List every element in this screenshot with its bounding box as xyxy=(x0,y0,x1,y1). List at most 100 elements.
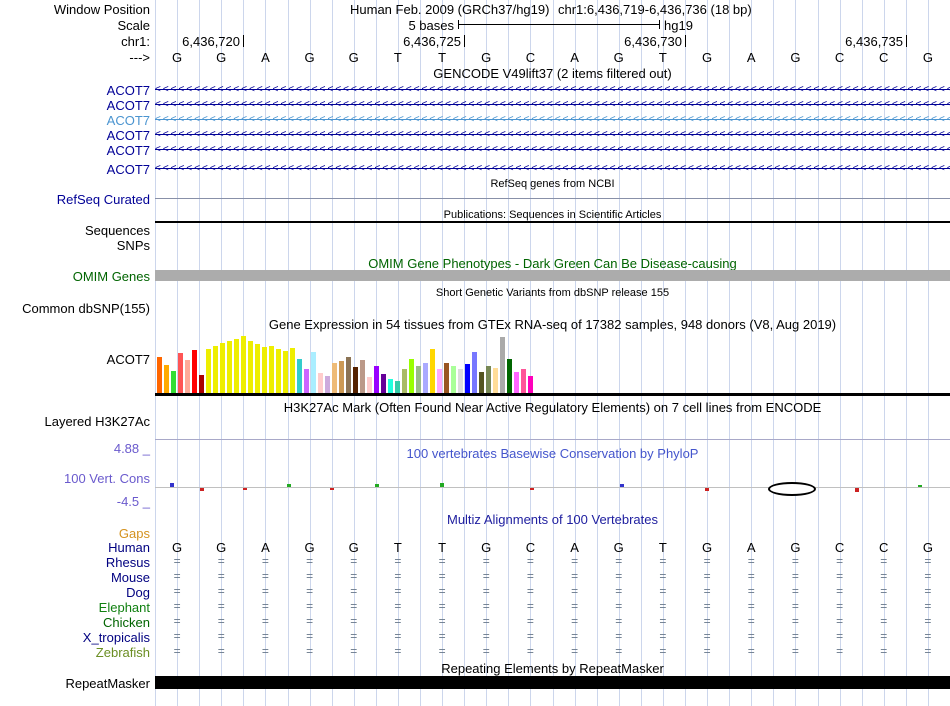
gtex-bar[interactable] xyxy=(507,359,512,393)
omim-genes-label[interactable]: OMIM Genes xyxy=(0,269,150,284)
gtex-bar[interactable] xyxy=(500,337,505,393)
species-label-zebrafish[interactable]: Zebrafish xyxy=(0,645,150,660)
gtex-bar[interactable] xyxy=(283,351,288,393)
gtex-bar[interactable] xyxy=(416,366,421,393)
sequences-track-bar[interactable] xyxy=(155,221,950,223)
gtex-bar[interactable] xyxy=(241,336,246,393)
gtex-bar[interactable] xyxy=(374,366,379,393)
gene-intron-arrows[interactable]: <<<<<<<<<<<<<<<<<<<<<<<<<<<<<<<<<<<<<<<<… xyxy=(155,143,950,156)
sequences-label[interactable]: Sequences xyxy=(0,223,150,238)
alignment-match: = xyxy=(880,629,888,643)
gtex-bar[interactable] xyxy=(465,364,470,393)
refseq-curated-label[interactable]: RefSeq Curated xyxy=(0,192,150,207)
gtex-bar[interactable] xyxy=(332,363,337,393)
gene-label[interactable]: ACOT7 xyxy=(0,162,150,177)
gtex-bar[interactable] xyxy=(430,349,435,393)
gtex-bar[interactable] xyxy=(185,360,190,393)
gtex-bar[interactable] xyxy=(178,353,183,393)
species-label-human[interactable]: Human xyxy=(0,540,150,555)
gtex-bar[interactable] xyxy=(269,346,274,393)
repeatmasker-track-title[interactable]: Repeating Elements by RepeatMasker xyxy=(155,661,950,676)
gtex-bar[interactable] xyxy=(290,348,295,393)
gtex-bar[interactable] xyxy=(528,376,533,393)
gene-intron-arrows[interactable]: <<<<<<<<<<<<<<<<<<<<<<<<<<<<<<<<<<<<<<<<… xyxy=(155,98,950,111)
gene-label[interactable]: ACOT7 xyxy=(0,98,150,113)
gtex-bar[interactable] xyxy=(227,341,232,393)
gtex-bar[interactable] xyxy=(339,361,344,393)
gtex-bar[interactable] xyxy=(311,352,316,393)
gtex-bar[interactable] xyxy=(360,360,365,393)
gtex-gene-label[interactable]: ACOT7 xyxy=(0,352,150,367)
gene-intron-arrows[interactable]: <<<<<<<<<<<<<<<<<<<<<<<<<<<<<<<<<<<<<<<<… xyxy=(155,128,950,141)
gtex-bar[interactable] xyxy=(171,371,176,393)
gtex-bar[interactable] xyxy=(234,339,239,393)
dbsnp-track-title[interactable]: Short Genetic Variants from dbSNP releas… xyxy=(155,287,950,299)
gtex-bar[interactable] xyxy=(367,377,372,393)
h3k27ac-label[interactable]: Layered H3K27Ac xyxy=(0,414,150,429)
gene-intron-arrows[interactable]: <<<<<<<<<<<<<<<<<<<<<<<<<<<<<<<<<<<<<<<<… xyxy=(155,162,950,175)
species-label-chicken[interactable]: Chicken xyxy=(0,615,150,630)
species-label-x_tropicalis[interactable]: X_tropicalis xyxy=(0,630,150,645)
publications-track-title[interactable]: Publications: Sequences in Scientific Ar… xyxy=(155,209,950,221)
gtex-bar[interactable] xyxy=(213,346,218,393)
gtex-bar[interactable] xyxy=(444,363,449,393)
species-label-rhesus[interactable]: Rhesus xyxy=(0,555,150,570)
gaps-label[interactable]: Gaps xyxy=(0,526,150,541)
gtex-bar[interactable] xyxy=(458,369,463,393)
gtex-bar[interactable] xyxy=(409,359,414,393)
gtex-bar[interactable] xyxy=(479,372,484,393)
omim-genes-bar[interactable] xyxy=(155,270,950,281)
multiz-track-title[interactable]: Multiz Alignments of 100 Vertebrates xyxy=(155,512,950,527)
gtex-bar[interactable] xyxy=(451,366,456,393)
refseq-track-title[interactable]: RefSeq genes from NCBI xyxy=(155,178,950,190)
conservation-label[interactable]: 100 Vert. Cons xyxy=(0,471,150,486)
gtex-bar[interactable] xyxy=(402,369,407,393)
gtex-bar[interactable] xyxy=(381,374,386,393)
gtex-bar[interactable] xyxy=(206,349,211,393)
dbsnp-label[interactable]: Common dbSNP(155) xyxy=(0,301,150,316)
gene-intron-arrows[interactable]: <<<<<<<<<<<<<<<<<<<<<<<<<<<<<<<<<<<<<<<<… xyxy=(155,113,950,126)
gtex-bar[interactable] xyxy=(304,369,309,393)
h3k27ac-track-title[interactable]: H3K27Ac Mark (Often Found Near Active Re… xyxy=(155,400,950,415)
snps-label[interactable]: SNPs xyxy=(0,238,150,253)
gene-label[interactable]: ACOT7 xyxy=(0,128,150,143)
gtex-track-title[interactable]: Gene Expression in 54 tissues from GTEx … xyxy=(155,317,950,332)
gtex-bar[interactable] xyxy=(248,341,253,393)
gtex-bar[interactable] xyxy=(255,344,260,393)
omim-track-title[interactable]: OMIM Gene Phenotypes - Dark Green Can Be… xyxy=(155,256,950,271)
gtex-bar[interactable] xyxy=(192,350,197,393)
gtex-bar[interactable] xyxy=(395,381,400,393)
refseq-curated-line[interactable] xyxy=(155,198,950,199)
gtex-bar[interactable] xyxy=(493,368,498,393)
gtex-bar[interactable] xyxy=(297,359,302,393)
gtex-bar[interactable] xyxy=(220,343,225,393)
species-label-dog[interactable]: Dog xyxy=(0,585,150,600)
gene-label[interactable]: ACOT7 xyxy=(0,83,150,98)
gtex-bar[interactable] xyxy=(164,365,169,393)
gtex-bar[interactable] xyxy=(514,372,519,393)
gtex-bar[interactable] xyxy=(318,373,323,393)
gtex-bar[interactable] xyxy=(423,363,428,393)
gene-label[interactable]: ACOT7 xyxy=(0,113,150,128)
gene-intron-arrows[interactable]: <<<<<<<<<<<<<<<<<<<<<<<<<<<<<<<<<<<<<<<<… xyxy=(155,83,950,96)
gtex-bar[interactable] xyxy=(353,367,358,393)
gencode-track-title[interactable]: GENCODE V49lift37 (2 items filtered out) xyxy=(155,66,950,81)
gtex-bar[interactable] xyxy=(157,357,162,393)
gtex-bar[interactable] xyxy=(521,369,526,393)
conservation-baseline xyxy=(155,487,950,488)
gene-label[interactable]: ACOT7 xyxy=(0,143,150,158)
gtex-bar[interactable] xyxy=(346,357,351,393)
gtex-bar[interactable] xyxy=(199,375,204,393)
repeatmasker-label[interactable]: RepeatMasker xyxy=(0,676,150,691)
gtex-bar[interactable] xyxy=(388,379,393,393)
species-label-elephant[interactable]: Elephant xyxy=(0,600,150,615)
gtex-bar[interactable] xyxy=(276,349,281,393)
gtex-bar[interactable] xyxy=(437,369,442,393)
gtex-bar[interactable] xyxy=(325,376,330,393)
gtex-bar[interactable] xyxy=(262,347,267,393)
species-label-mouse[interactable]: Mouse xyxy=(0,570,150,585)
repeatmasker-bar[interactable] xyxy=(155,676,950,689)
gtex-bar[interactable] xyxy=(486,366,491,393)
conservation-track-title[interactable]: 100 vertebrates Basewise Conservation by… xyxy=(155,446,950,461)
gtex-bar[interactable] xyxy=(472,352,477,393)
